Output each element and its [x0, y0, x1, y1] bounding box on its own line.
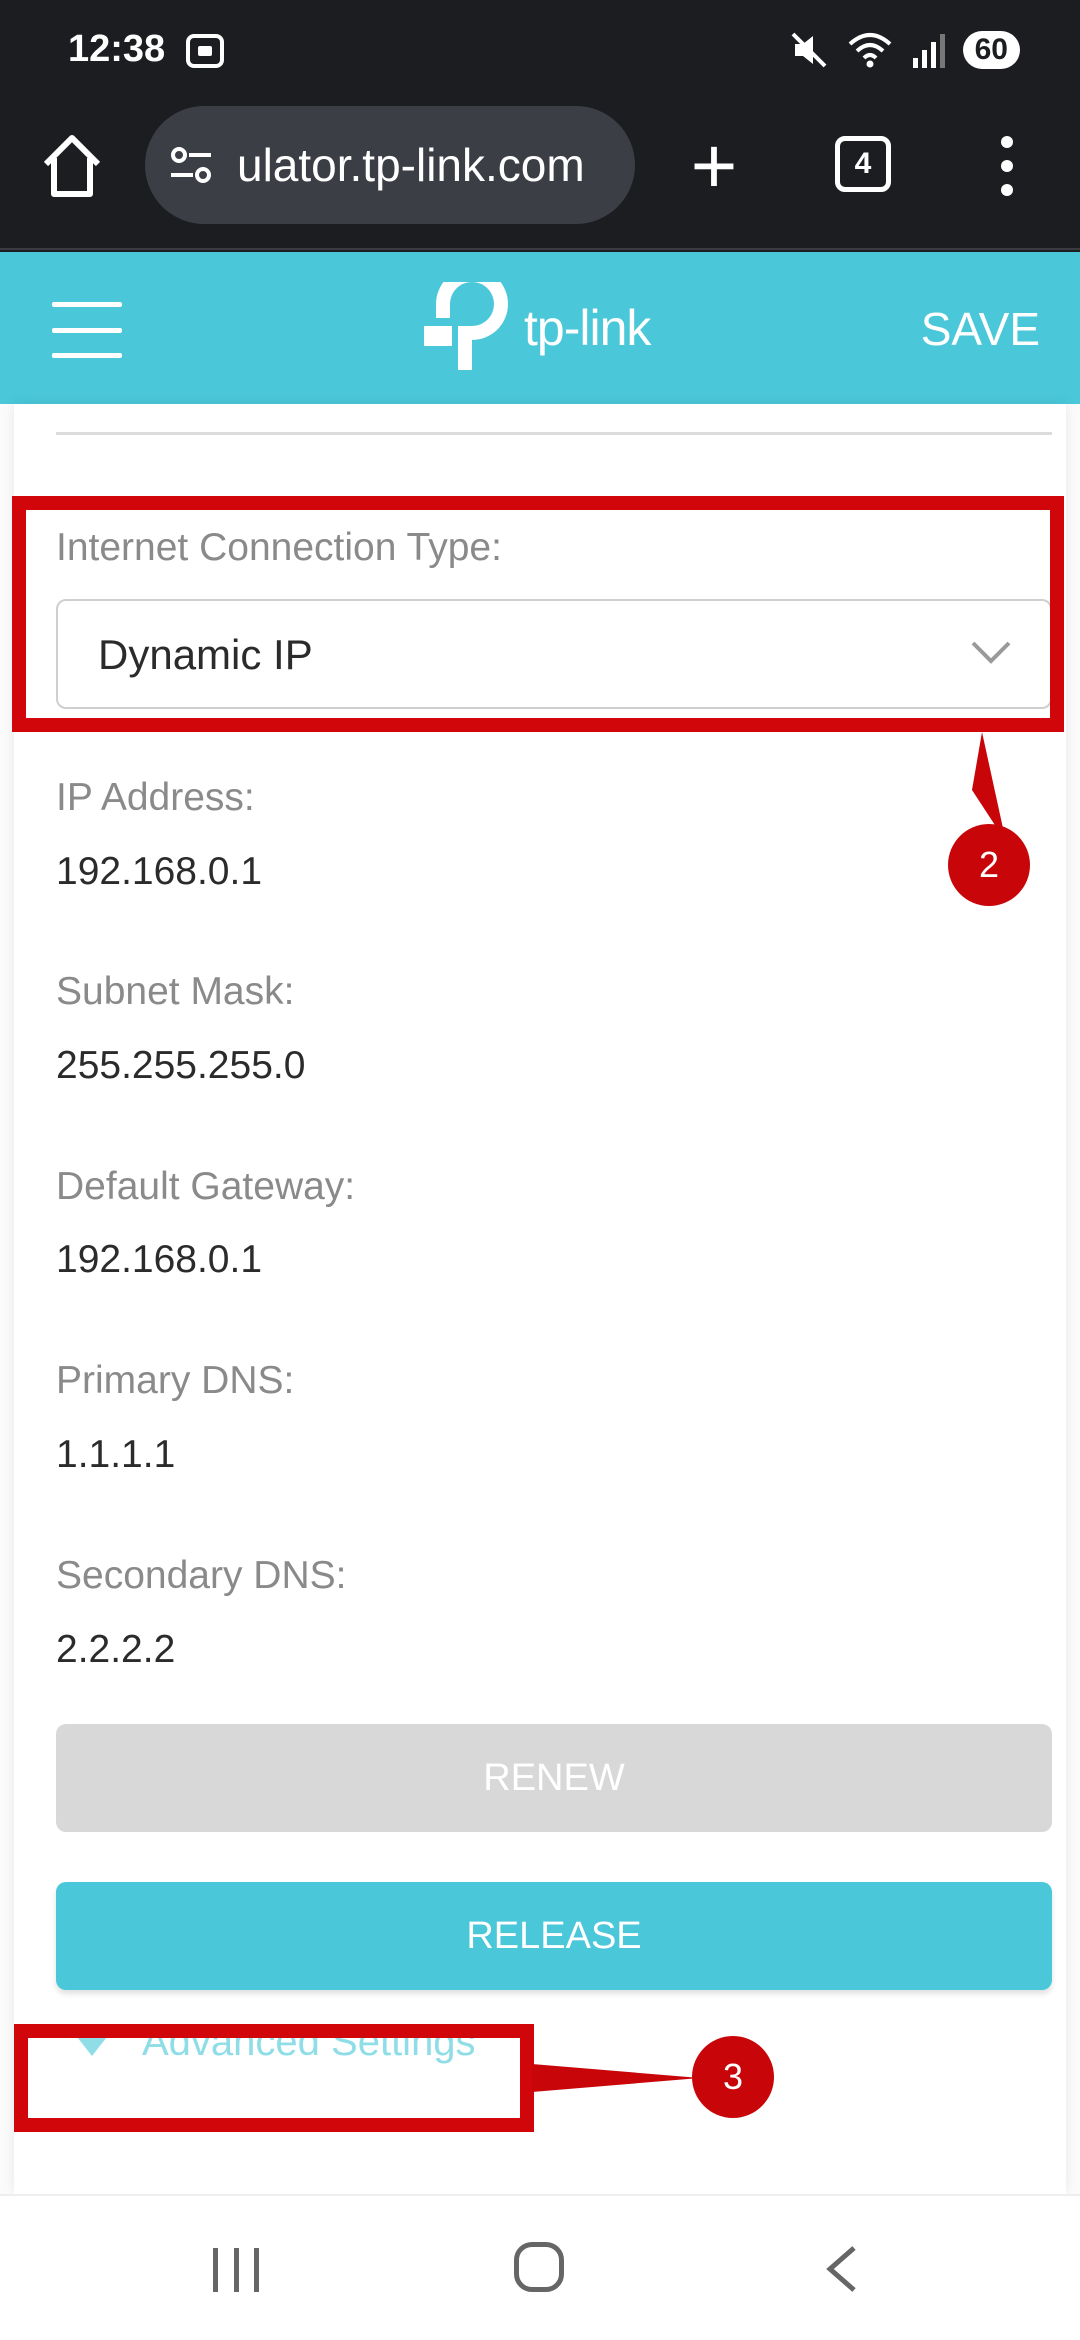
- site-settings-icon[interactable]: [167, 141, 215, 189]
- home-nav-icon[interactable]: [514, 2242, 564, 2292]
- release-button[interactable]: RELEASE: [56, 1882, 1052, 1990]
- url-text: ulator.tp-link.com: [237, 139, 585, 191]
- browser-menu-icon[interactable]: [995, 136, 1019, 196]
- home-icon[interactable]: [40, 130, 104, 200]
- tp-link-logo-mark: [424, 282, 508, 370]
- annotation-box-3: [14, 2024, 534, 2132]
- ip-address-value: 192.168.0.1: [56, 850, 263, 893]
- ip-address-label: IP Address:: [56, 776, 255, 819]
- save-button[interactable]: SAVE: [921, 302, 1040, 356]
- divider: [56, 432, 1052, 435]
- primary-dns-label: Primary DNS:: [56, 1359, 295, 1402]
- tp-link-logo: tp-link: [420, 278, 651, 378]
- annotation-badge-2: 2: [948, 824, 1030, 906]
- subnet-mask-label: Subnet Mask:: [56, 970, 295, 1013]
- primary-dns-value: 1.1.1.1: [56, 1433, 176, 1476]
- default-gateway-label: Default Gateway:: [56, 1165, 356, 1208]
- tab-switcher-button[interactable]: 4: [835, 136, 891, 192]
- annotation-box-2: [12, 496, 1064, 732]
- battery-indicator: 60: [962, 31, 1020, 69]
- annotation-badge-3: 3: [692, 2036, 774, 2118]
- logo-text: tp-link: [524, 300, 651, 356]
- wifi-icon: [848, 33, 891, 68]
- screenshot-icon: [186, 34, 224, 68]
- default-gateway-value: 192.168.0.1: [56, 1238, 263, 1281]
- hamburger-menu-icon[interactable]: [52, 302, 122, 358]
- status-icons: 60: [789, 30, 1020, 70]
- system-nav-bar: [0, 2194, 1080, 2340]
- mute-icon: [791, 32, 827, 68]
- back-icon[interactable]: [822, 2244, 862, 2294]
- new-tab-button[interactable]: +: [682, 126, 746, 206]
- status-bar: 12:38 60: [0, 0, 1080, 100]
- app-header: tp-link SAVE: [0, 252, 1080, 404]
- secondary-dns-label: Secondary DNS:: [56, 1554, 347, 1597]
- address-bar[interactable]: ulator.tp-link.com: [145, 106, 635, 224]
- browser-toolbar: ulator.tp-link.com + 4: [0, 100, 1080, 250]
- secondary-dns-value: 2.2.2.2: [56, 1628, 176, 1671]
- signal-icon: [912, 34, 945, 68]
- renew-button[interactable]: RENEW: [56, 1724, 1052, 1832]
- status-time: 12:38: [68, 28, 166, 70]
- recent-apps-icon[interactable]: [213, 2248, 259, 2292]
- subnet-mask-value: 255.255.255.0: [56, 1044, 306, 1087]
